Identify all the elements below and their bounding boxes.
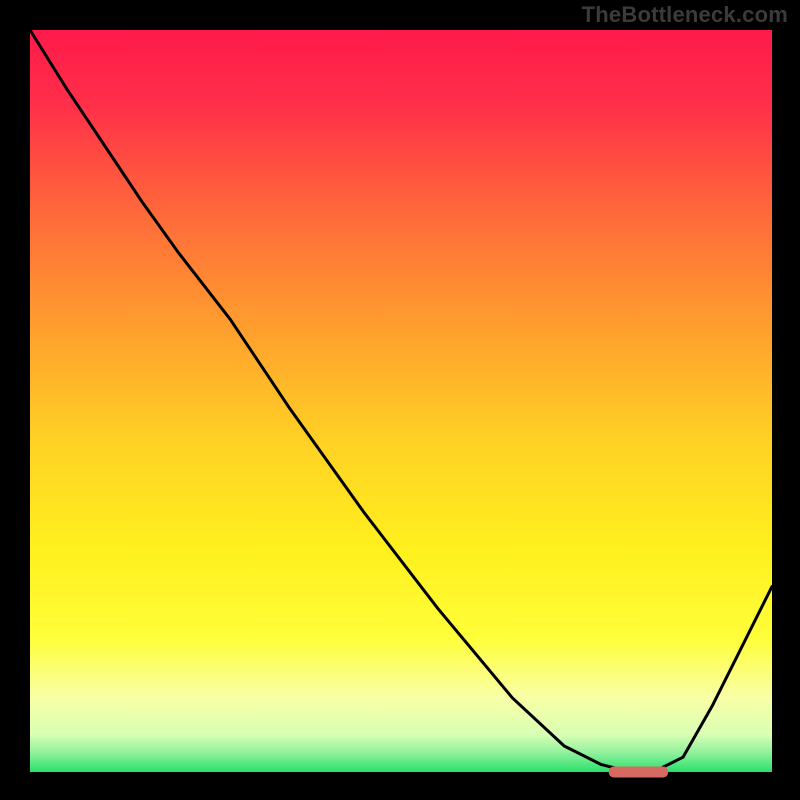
optimum-marker: [609, 767, 668, 778]
chart-svg: [0, 0, 800, 800]
watermark-text: TheBottleneck.com: [582, 2, 788, 28]
chart-container: TheBottleneck.com: [0, 0, 800, 800]
plot-area: [30, 30, 772, 772]
